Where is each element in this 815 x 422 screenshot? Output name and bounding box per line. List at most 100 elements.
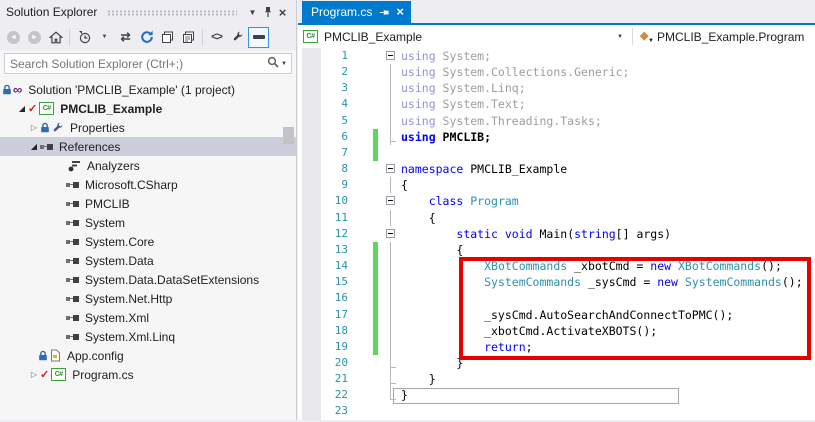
search-input[interactable] (5, 57, 267, 71)
line-number: 17 (321, 307, 348, 323)
member-dropdown[interactable]: ◆▼ PMCLIB_Example.Program (633, 30, 804, 44)
track-changes-margin (348, 64, 381, 80)
track-changes-margin (348, 355, 381, 371)
line-number: 1 (321, 48, 348, 64)
line-number: 6 (321, 129, 348, 145)
tree-item-solution-pmclib-example-1-project[interactable]: ∞Solution 'PMCLIB_Example' (1 project) (0, 80, 296, 99)
tree-item-microsoft-csharp[interactable]: Microsoft.CSharp (0, 175, 296, 194)
tree-item-system-data-datasetextensions[interactable]: System.Data.DataSetExtensions (0, 270, 296, 289)
code-area[interactable]: 1using System;2using System.Collections.… (298, 48, 815, 422)
collapse-toggle-icon[interactable] (386, 164, 395, 173)
code-line: 13 { (298, 242, 815, 258)
track-changes-margin (348, 48, 381, 64)
project-dropdown[interactable]: C# PMCLIB_Example ▼ (298, 30, 632, 44)
code-line: 7 (298, 145, 815, 161)
collapse-toggle-icon[interactable] (386, 229, 395, 238)
tree-item-app-config[interactable]: App.config (0, 346, 296, 365)
outlining-margin (381, 210, 401, 226)
close-icon[interactable]: × (275, 4, 290, 20)
drag-grip[interactable] (107, 10, 237, 16)
track-changes-margin (348, 339, 381, 355)
outlining-margin (381, 290, 401, 306)
view-code-button[interactable]: <> (206, 27, 227, 48)
line-number: 14 (321, 258, 348, 274)
show-all-files-button[interactable] (178, 27, 199, 48)
indicator-margin (302, 64, 321, 80)
search-options-dropdown-icon[interactable]: ▼ (281, 61, 287, 67)
tree-item-analyzers[interactable]: Analyzers (0, 156, 296, 175)
line-number: 15 (321, 274, 348, 290)
outlining-margin (381, 145, 401, 161)
tree-item-label: App.config (67, 349, 124, 363)
tree-item-system-data[interactable]: System.Data (0, 251, 296, 270)
refresh-button[interactable] (136, 27, 157, 48)
tree-item-system-core[interactable]: System.Core (0, 232, 296, 251)
tree-item-pmclib[interactable]: PMCLIB (0, 194, 296, 213)
tree-item-system-net-http[interactable]: System.Net.Http (0, 289, 296, 308)
window-position-menu-icon[interactable]: ▼ (245, 4, 260, 20)
track-changes-margin (348, 226, 381, 242)
indicator-margin (302, 226, 321, 242)
home-button[interactable] (45, 27, 66, 48)
tree-item-properties[interactable]: ▷ Properties (0, 118, 296, 137)
back-button[interactable]: ◄ (3, 27, 24, 48)
project-dropdown-label: PMCLIB_Example (324, 30, 422, 44)
line-number: 3 (321, 80, 348, 96)
pin-icon[interactable] (260, 4, 275, 20)
tree-item-system-xml[interactable]: System.Xml (0, 308, 296, 327)
assembly-reference-icon (66, 182, 79, 188)
checked-out-icon: ✓ (40, 368, 49, 381)
tree-item-system[interactable]: System (0, 213, 296, 232)
assembly-reference-icon (66, 258, 79, 264)
code-line: 9{ (298, 177, 815, 193)
indicator-margin (302, 161, 321, 177)
line-number: 21 (321, 371, 348, 387)
assembly-reference-icon (66, 239, 79, 245)
track-changes-margin (348, 177, 381, 193)
preview-selected-items-button[interactable] (248, 27, 269, 48)
search-icon[interactable] (267, 56, 279, 71)
expander-closed-icon[interactable]: ▷ (28, 370, 40, 379)
tree-item-label: Analyzers (87, 159, 140, 173)
tree-item-label: Solution 'PMCLIB_Example' (1 project) (28, 83, 235, 97)
tree-item-program-cs[interactable]: ▷✓C#Program.cs (0, 365, 296, 384)
indicator-margin (302, 290, 321, 306)
expander-open-icon[interactable]: ◢ (16, 104, 28, 113)
forward-button[interactable]: ► (24, 27, 45, 48)
annotation-red-box (459, 257, 811, 360)
close-tab-icon[interactable]: × (396, 6, 404, 18)
properties-button[interactable] (227, 27, 248, 48)
tab-label: Program.cs (311, 5, 372, 19)
code-text (401, 145, 815, 161)
expander-closed-icon[interactable]: ▷ (28, 123, 40, 132)
line-number: 20 (321, 355, 348, 371)
collapse-toggle-icon[interactable] (386, 51, 395, 60)
collapse-all-button[interactable] (157, 27, 178, 48)
outlining-margin (381, 193, 401, 209)
filter-dropdown-button[interactable]: ▼ (94, 27, 115, 48)
tree-item-references[interactable]: ◢References (0, 137, 296, 156)
outlining-margin (381, 258, 401, 274)
code-text: { (401, 242, 815, 258)
indicator-margin (302, 177, 321, 193)
changed-files-filter-button[interactable] (73, 27, 94, 48)
line-number: 13 (321, 242, 348, 258)
tab-program-cs[interactable]: Program.cs × (302, 1, 411, 23)
lock-icon (40, 122, 50, 133)
line-number: 22 (321, 387, 348, 403)
change-bar (373, 323, 378, 339)
csharp-project-icon: C# (39, 102, 54, 115)
collapse-toggle-icon[interactable] (386, 196, 395, 205)
code-text: class Program (401, 193, 815, 209)
outlining-margin (381, 371, 401, 387)
scrollbar-thumb[interactable] (283, 127, 294, 144)
tree-item-system-xml-linq[interactable]: System.Xml.Linq (0, 327, 296, 346)
tree-item-label: Properties (70, 121, 125, 135)
pin-tab-icon[interactable] (379, 7, 390, 17)
search-box: ▼ (4, 53, 292, 74)
expander-open-icon[interactable]: ◢ (28, 142, 40, 151)
code-text: static void Main(string[] args) (401, 226, 815, 242)
tree-item-label: System.Xml.Linq (85, 330, 175, 344)
tree-item-pmclib-example[interactable]: ◢✓C#PMCLIB_Example (0, 99, 296, 118)
sync-with-active-document-button[interactable]: ⇄ (115, 27, 136, 48)
